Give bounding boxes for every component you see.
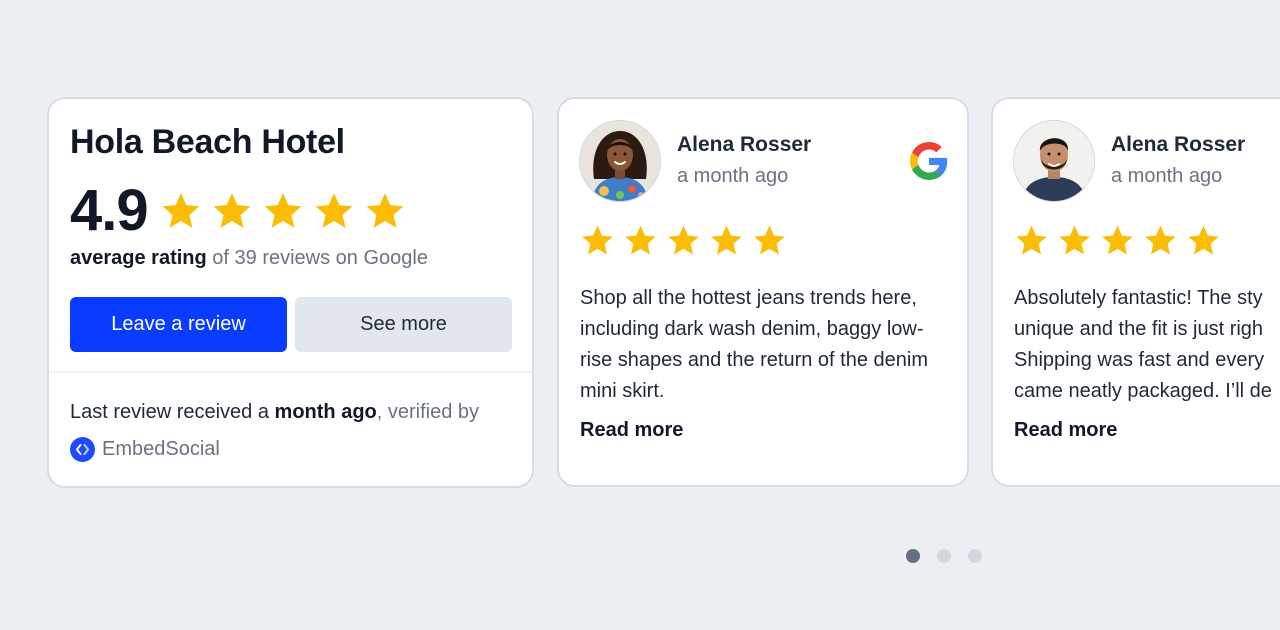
divider (49, 371, 532, 373)
pagination-dot-2[interactable] (937, 549, 951, 563)
star-icon (1100, 223, 1135, 258)
rating-summary-card: Hola Beach Hotel 4.9 average rating of 3… (47, 97, 534, 488)
review-time: a month ago (677, 165, 789, 187)
reviewer-avatar (580, 121, 660, 201)
star-icon (262, 190, 304, 232)
star-icon (752, 223, 787, 258)
review-star-rating (1014, 223, 1221, 258)
rating-row: 4.9 (70, 179, 406, 243)
leave-review-button[interactable]: Leave a review (70, 297, 287, 352)
carousel-pagination (906, 549, 982, 563)
pagination-dot-1[interactable] (906, 549, 920, 563)
verified-by-text: , verified by (376, 401, 480, 423)
reviews-widget: Hola Beach Hotel 4.9 average rating of 3… (0, 0, 1280, 630)
review-star-rating (580, 223, 787, 258)
embedsocial-logo-icon (70, 437, 95, 462)
reviewer-name: Alena Rosser (677, 133, 812, 156)
star-icon (1057, 223, 1092, 258)
star-icon (580, 223, 615, 258)
star-icon (666, 223, 701, 258)
star-icon (1143, 223, 1178, 258)
review-text: Absolutely fantastic! The sty unique and… (1014, 283, 1280, 407)
read-more-link[interactable]: Read more (580, 419, 683, 442)
last-review-text: Last review received a month ago, verifi… (70, 401, 479, 424)
pagination-dot-3[interactable] (968, 549, 982, 563)
review-card: Alena Rosser a month ago Absolutely fant… (991, 97, 1280, 487)
review-text: Shop all the hottest jeans trends here, … (580, 287, 928, 402)
review-text-line: Shipping was fast and every (1014, 349, 1265, 371)
star-icon (211, 190, 253, 232)
review-text-line: unique and the fit is just righ (1014, 318, 1264, 340)
star-icon (364, 190, 406, 232)
see-more-button[interactable]: See more (295, 297, 512, 352)
star-icon (1186, 223, 1221, 258)
google-icon (910, 142, 948, 180)
summary-star-rating (160, 190, 406, 232)
reviewer-name: Alena Rosser (1111, 133, 1246, 156)
last-review-prefix: Last review received a (70, 401, 275, 423)
last-review-time: month ago (274, 401, 377, 423)
star-icon (709, 223, 744, 258)
average-rating-value: 4.9 (70, 178, 149, 243)
star-icon (313, 190, 355, 232)
business-name: Hola Beach Hotel (70, 123, 345, 161)
reviews-count-text: of 39 reviews on Google (206, 247, 428, 269)
reviewer-avatar (1014, 121, 1094, 201)
review-text-line: Absolutely fantastic! The sty (1014, 287, 1263, 309)
review-time: a month ago (1111, 165, 1223, 187)
rating-caption: average rating of 39 reviews on Google (70, 247, 428, 270)
star-icon (160, 190, 202, 232)
review-text-line: came neatly packaged. I’ll de (1014, 380, 1272, 402)
star-icon (623, 223, 658, 258)
review-card: Alena Rosser a month ago Shop all the ho… (557, 97, 969, 487)
brand-name: EmbedSocial (102, 438, 220, 460)
embedsocial-brand[interactable]: EmbedSocial (70, 437, 220, 462)
average-rating-label: average rating (70, 247, 207, 269)
star-icon (1014, 223, 1049, 258)
read-more-link[interactable]: Read more (1014, 419, 1117, 442)
